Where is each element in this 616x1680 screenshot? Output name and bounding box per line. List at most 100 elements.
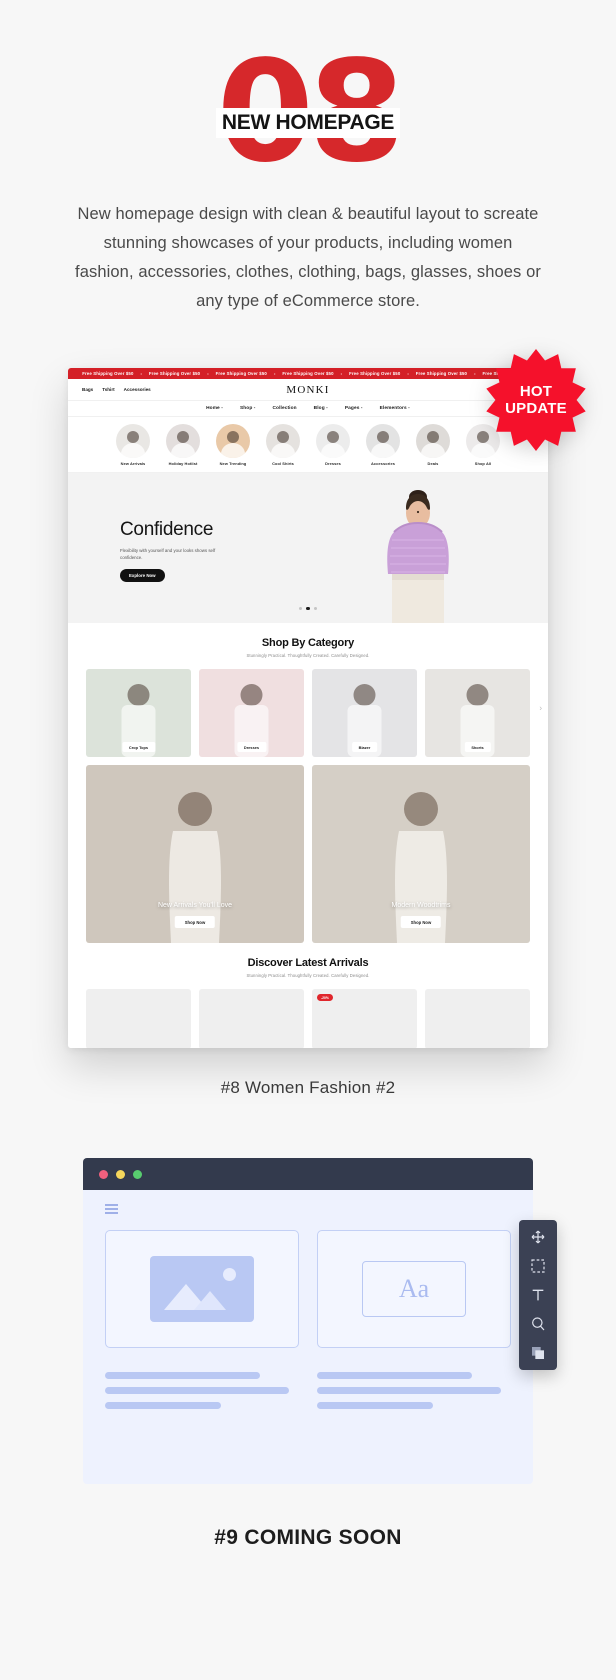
shop-by-category-section: Shop By Category Stunningly Practical. T… <box>68 623 548 943</box>
announcement-separator: • <box>340 371 343 376</box>
hero-description: New homepage design with clean & beautif… <box>75 205 541 310</box>
category-circle-image <box>116 424 150 458</box>
category-card-label: Dresses <box>236 742 267 752</box>
text-placeholder-icon: Aa <box>362 1260 466 1317</box>
hero-slide-title: Confidence <box>120 519 214 540</box>
category-circle-label: Holiday Hotlist <box>168 461 198 466</box>
category-circle-image <box>166 424 200 458</box>
promo-card[interactable]: New Arrivals You'll Love Shop Now <box>86 765 304 943</box>
announcement-separator: • <box>207 371 209 376</box>
site-logo[interactable]: MONKI <box>68 384 548 396</box>
zoom-icon[interactable] <box>529 1315 547 1333</box>
category-card[interactable]: Blazer <box>312 669 417 757</box>
product-card[interactable] <box>199 989 304 1048</box>
main-navigation[interactable]: Home - Shop - Collection Blog - Pages - Eleme… <box>68 401 548 417</box>
slider-dot[interactable] <box>299 607 303 610</box>
nav-item[interactable]: Collection <box>272 406 296 411</box>
promo-button[interactable]: Shop Now <box>400 916 442 928</box>
carousel-next-arrow[interactable]: › <box>539 704 542 713</box>
product-card[interactable] <box>425 989 530 1048</box>
hero-slider: Confidence Flexibility with yourself and… <box>68 473 548 623</box>
page-root: 08 NEW HOMEPAGE New homepage design with… <box>0 0 616 1680</box>
window-control-dot[interactable] <box>133 1169 142 1179</box>
announcement-separator: • <box>407 371 409 376</box>
window-control-dot[interactable] <box>99 1169 108 1179</box>
lines-right <box>317 1371 511 1417</box>
text-placeholder-block[interactable]: Aa <box>317 1229 511 1348</box>
announcement-message: Free Shipping Over $50 <box>415 371 468 376</box>
category-circle-image <box>416 424 450 458</box>
category-circle-item[interactable]: New Arrivals <box>114 424 152 466</box>
slider-dot[interactable] <box>306 606 310 610</box>
category-circle-item[interactable]: Dresses <box>314 424 352 466</box>
new-homepage-label: NEW HOMEPAGE <box>215 108 401 138</box>
category-circle-label: Shop All <box>474 461 492 466</box>
category-circle-label: Accessories <box>370 461 396 466</box>
screenshot-caption: #8 Women Fashion #2 <box>220 1078 396 1097</box>
nav-item[interactable]: Home - <box>206 406 223 411</box>
category-card[interactable]: Crop Tops <box>86 669 191 757</box>
text-icon[interactable] <box>529 1286 547 1304</box>
placeholder-blocks: Aa <box>105 1229 511 1348</box>
editor-tool-panel[interactable] <box>519 1220 557 1370</box>
window-control-dot[interactable] <box>116 1169 125 1179</box>
announcement-message: Free Shipping Over $50 <box>82 371 134 376</box>
hero-slide-subtitle: Flexibility with yourself and your looks… <box>120 548 216 560</box>
mock-window-body: Aa <box>83 1190 533 1484</box>
category-card-grid: Crop Tops Dresses Blazer Shorts › <box>68 658 548 757</box>
slider-dots[interactable] <box>68 597 548 615</box>
category-circle-label: Deals <box>427 461 439 466</box>
category-circle-item[interactable]: Holiday Hotlist <box>164 424 202 466</box>
shop-by-category-title: Shop By Category <box>261 637 355 649</box>
category-card[interactable]: Dresses <box>199 669 304 757</box>
category-card[interactable]: Shorts <box>425 669 530 757</box>
category-card-label: Shorts <box>464 742 491 752</box>
announcement-message: Free Shipping Over $50 <box>349 371 401 376</box>
announcement-bar: Free Shipping Over $50 • Free Shipping Ove… <box>68 368 548 379</box>
hamburger-icon[interactable] <box>105 1204 118 1214</box>
latest-arrivals-title: Discover Latest Arrivals <box>247 957 369 969</box>
website-mockup: Free Shipping Over $50 • Free Shipping Ove… <box>68 368 548 1048</box>
nav-item[interactable]: Blog - <box>314 406 328 411</box>
lines-left <box>105 1371 299 1417</box>
site-header: Bags Tshirt Accessories MONKI <box>68 379 548 401</box>
move-icon[interactable] <box>529 1228 547 1246</box>
nav-item[interactable]: Elementors - <box>380 406 410 411</box>
nav-item[interactable]: Shop - <box>240 406 256 411</box>
screenshot-section: Free Shipping Over $50 • Free Shipping Ove… <box>0 349 616 1098</box>
new-homepage-label-wrap: NEW HOMEPAGE <box>0 108 616 138</box>
product-card[interactable] <box>86 989 191 1048</box>
promo-title: Modern Woodtrims <box>391 902 451 909</box>
promo-button[interactable]: Shop Now <box>174 916 216 928</box>
category-circle-item[interactable]: Deals <box>414 424 452 466</box>
select-icon[interactable] <box>529 1257 547 1275</box>
layers-icon[interactable] <box>529 1344 547 1362</box>
category-circle-item[interactable]: Accessories <box>364 424 402 466</box>
image-placeholder-icon <box>150 1255 254 1322</box>
coming-soon-mockup: Aa <box>83 1158 557 1484</box>
sale-badge: -20% <box>317 994 333 1001</box>
nav-item[interactable]: Pages - <box>345 406 363 411</box>
category-circle-image <box>266 424 300 458</box>
category-circle-label: New Arrivals <box>120 461 146 466</box>
promo-title: New Arrivals You'll Love <box>157 902 233 909</box>
hero-slide-copy: Confidence Flexibility with yourself and… <box>120 519 270 582</box>
product-grid: -20% <box>68 978 548 1048</box>
explore-now-button[interactable]: Explore Now <box>120 569 165 582</box>
promo-grid: New Arrivals You'll Love Shop Now Modern W… <box>68 757 548 943</box>
badge-line-2: UPDATE <box>505 400 567 417</box>
placeholder-text-lines <box>105 1371 511 1417</box>
category-circle-label: New Trending <box>219 461 247 466</box>
slider-dot[interactable] <box>313 607 317 610</box>
promo-card[interactable]: Modern Woodtrims Shop Now <box>312 765 530 943</box>
category-circle-item[interactable]: New Trending <box>214 424 252 466</box>
category-circle-label: Dresses <box>325 461 341 466</box>
image-placeholder-block[interactable] <box>105 1229 299 1348</box>
product-card[interactable]: -20% <box>312 989 417 1048</box>
coming-soon-section: Aa #9 COMING SOON <box>0 1158 616 1550</box>
announcement-message: Free Shipping Over $50 <box>148 371 201 376</box>
category-circle-item[interactable]: Cool Shirts <box>264 424 302 466</box>
announcement-separator: • <box>474 371 476 376</box>
category-circle-label: Cool Shirts <box>272 461 294 466</box>
category-circle-strip[interactable]: New Arrivals Holiday Hotlist New Trending C… <box>68 417 548 473</box>
